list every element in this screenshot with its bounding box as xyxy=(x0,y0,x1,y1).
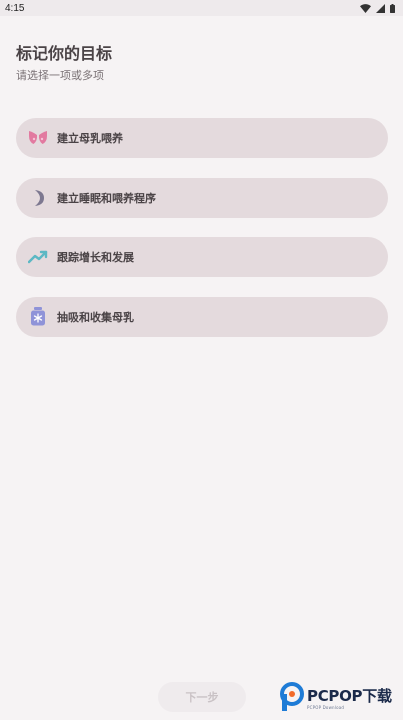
signal-icon xyxy=(376,3,385,13)
next-button[interactable]: 下一步 xyxy=(158,682,246,712)
option-label: 跟踪增长和发展 xyxy=(57,251,134,264)
watermark: PCPOP下载 PCPOP Download xyxy=(279,682,392,716)
breastfeeding-icon xyxy=(28,128,48,148)
option-label: 建立睡眠和喂养程序 xyxy=(57,191,156,205)
option-breastfeeding[interactable]: 建立母乳喂养 xyxy=(16,118,388,158)
option-label: 抽吸和收集母乳 xyxy=(57,310,134,324)
page-subtitle: 请选择一项或多项 xyxy=(16,69,104,82)
goal-options-list: 建立母乳喂养 建立睡眠和喂养程序 跟踪增长和发展 抽吸和收集母乳 xyxy=(16,118,388,356)
status-bar: 4:15 xyxy=(0,0,403,16)
page-title: 标记你的目标 xyxy=(16,44,113,63)
option-growth-tracking[interactable]: 跟踪增长和发展 xyxy=(16,237,388,277)
moon-icon xyxy=(28,188,48,208)
pcpop-logo-icon xyxy=(279,682,305,716)
wifi-icon xyxy=(360,3,371,13)
status-time: 4:15 xyxy=(5,2,25,14)
trend-up-icon xyxy=(28,247,48,267)
option-sleep-feeding-routine[interactable]: 建立睡眠和喂养程序 xyxy=(16,177,388,218)
option-pump-collect-milk[interactable]: 抽吸和收集母乳 xyxy=(16,296,388,337)
watermark-text: PCPOP下载 PCPOP Download xyxy=(307,686,392,710)
milk-bottle-icon xyxy=(28,307,48,327)
status-icons xyxy=(360,3,395,13)
option-label: 建立母乳喂养 xyxy=(57,132,123,145)
watermark-sub: PCPOP Download xyxy=(307,704,345,710)
battery-icon xyxy=(390,3,395,13)
watermark-main: PCPOP下载 xyxy=(307,686,392,705)
